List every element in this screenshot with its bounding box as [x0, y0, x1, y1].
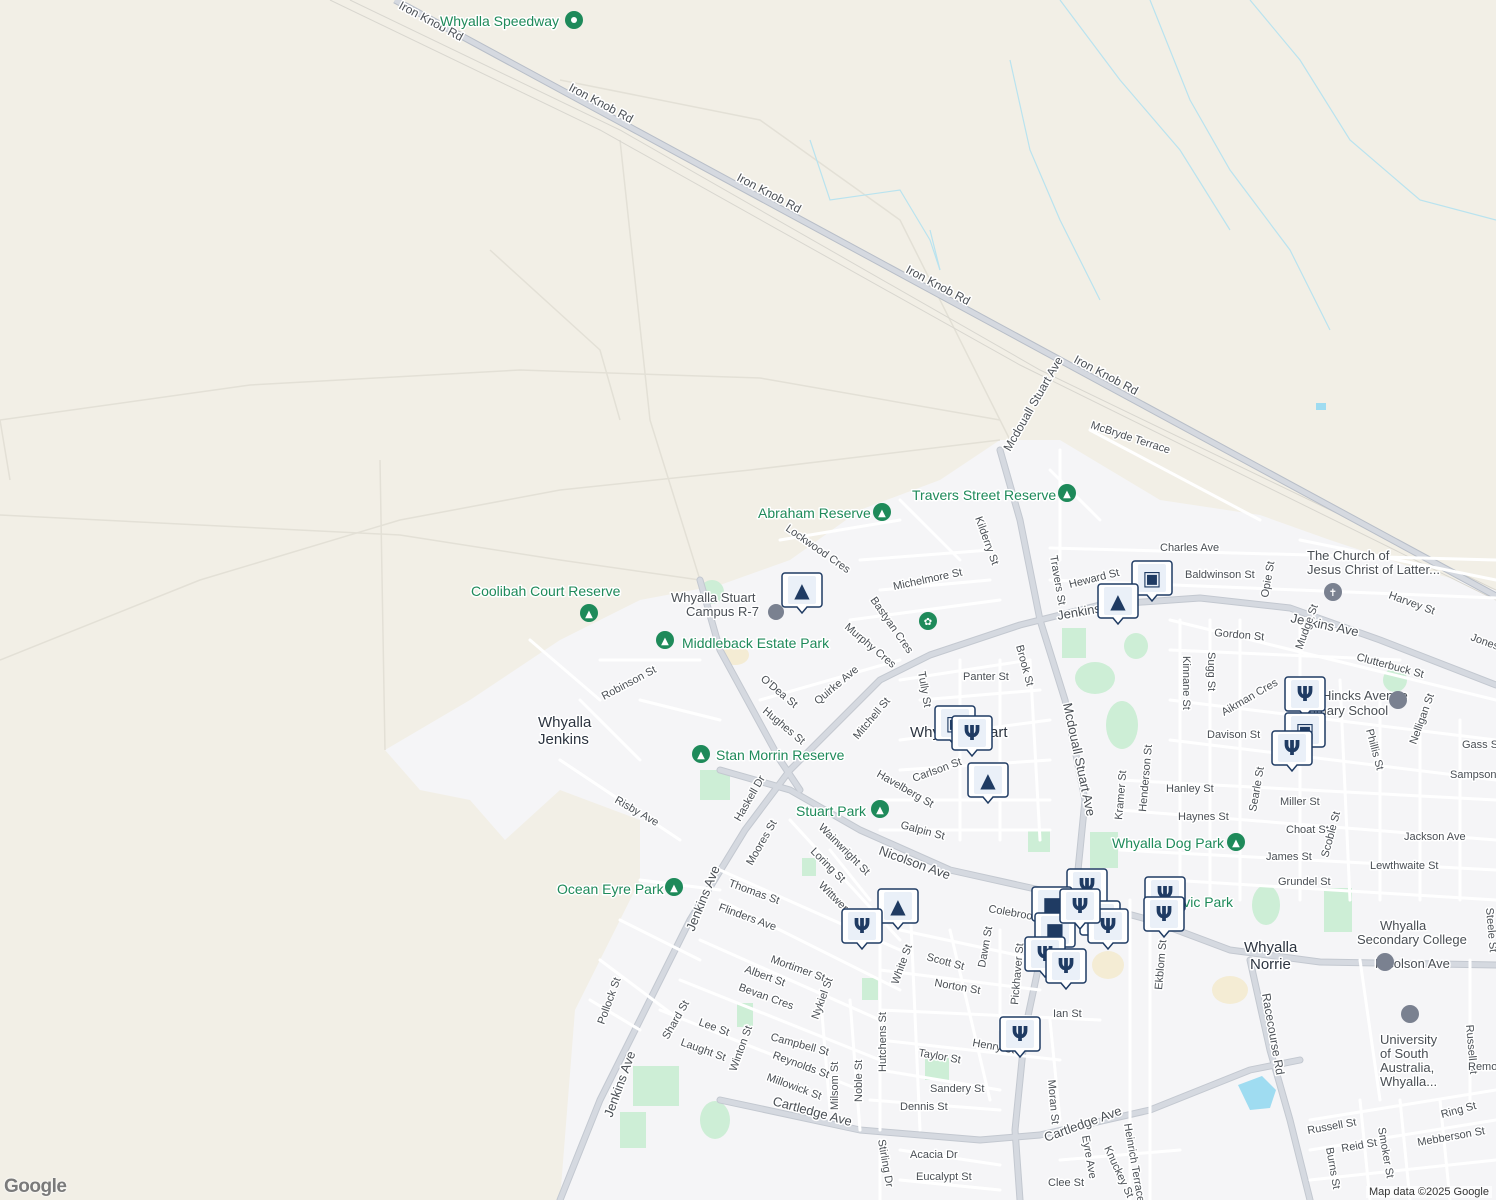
suburb-label-line: Whyalla: [1244, 939, 1298, 956]
restaurant-glyph-icon: Ψ: [1100, 914, 1117, 938]
poi-label-line: Campus R-7: [686, 604, 759, 619]
restaurant-glyph-icon: Ψ: [1058, 954, 1075, 978]
road-label: Milsom St: [829, 1062, 841, 1110]
road-label: Choat St: [1286, 824, 1329, 836]
road-label: Dennis St: [900, 1101, 948, 1113]
water-speck: [1316, 403, 1326, 410]
poi-label-abraham-reserve[interactable]: Abraham Reserve: [757, 504, 873, 523]
poi-label-line: of South: [1380, 1046, 1428, 1061]
restaurant-pin-icon[interactable]: Ψ: [1271, 730, 1313, 773]
poi-label-middleback-estate-park[interactable]: Middleback Estate Park: [681, 634, 832, 653]
school-icon[interactable]: [1376, 953, 1394, 971]
tree-glyph-icon: ▲: [878, 508, 886, 519]
restaurant-glyph-icon: Ψ: [1156, 902, 1173, 926]
map-attribution: Map data ©2025 Google: [1365, 1186, 1492, 1198]
road-label: Sampson St: [1450, 769, 1496, 781]
flower-glyph-icon: ✿: [924, 617, 932, 628]
school-icon[interactable]: [1389, 691, 1407, 709]
tree-glyph-icon: ▲: [661, 636, 669, 647]
road-label: Grundel St: [1278, 876, 1331, 888]
road-label: Haynes St: [1178, 811, 1229, 823]
road-label: Clee St: [1048, 1177, 1084, 1189]
tree-glyph-icon: ▲: [670, 883, 678, 894]
school-icon[interactable]: [1401, 1005, 1419, 1023]
restaurant-pin-icon[interactable]: Ψ: [1045, 948, 1087, 991]
suburb-label-line: Jenkins: [538, 731, 589, 748]
road-label: Sandery St: [930, 1083, 984, 1095]
road-label: Miller St: [1280, 796, 1320, 808]
suburb-label-whyalla-norrie: Whyalla Norrie: [1244, 939, 1298, 973]
poi-label-unisa-whyalla[interactable]: University of South Australia, Whyalla...: [1379, 1031, 1440, 1091]
tree-glyph-icon: ▲: [876, 805, 884, 816]
road-label: Remo St: [1468, 1061, 1496, 1073]
poi-label-line: Whyalla Stuart: [671, 590, 756, 605]
school-glyph-icon: ▲: [794, 578, 810, 602]
road-label: Baldwinson St: [1185, 569, 1255, 581]
road-label: Eucalypt St: [916, 1171, 972, 1183]
restaurant-pin-icon[interactable]: Ψ: [1284, 676, 1326, 719]
poi-label-stan-morrin-reserve[interactable]: Stan Morrin Reserve: [715, 746, 847, 765]
road-label: Lewthwaite St: [1370, 860, 1438, 872]
road-label: Sugg St: [1205, 652, 1217, 691]
church-glyph-icon: ✝: [1329, 588, 1337, 599]
poi-label-line: Whyalla...: [1380, 1074, 1437, 1089]
google-logo: Google: [4, 1176, 67, 1197]
poi-label-stuart-park[interactable]: Stuart Park: [795, 802, 869, 821]
road-label: Kinnane St: [1180, 656, 1192, 710]
road-label: Hutchens St: [877, 1012, 889, 1072]
restaurant-glyph-icon: Ψ: [964, 721, 981, 745]
school-glyph-icon: ▲: [1110, 589, 1126, 613]
school-pin-icon[interactable]: ▲: [877, 888, 919, 931]
poi-label-ocean-eyre-park[interactable]: Ocean Eyre Park: [556, 880, 667, 899]
tree-glyph-icon: ▲: [585, 609, 593, 620]
restaurant-pin-icon[interactable]: Ψ: [841, 908, 883, 951]
road-label: Acacia Dr: [910, 1149, 958, 1161]
road-label: Hanley St: [1166, 783, 1214, 795]
poi-label-line: The Church of: [1307, 548, 1390, 563]
poi-label-coolibah-court-reserve[interactable]: Coolibah Court Reserve: [470, 582, 623, 601]
tree-glyph-icon: ▲: [1232, 838, 1240, 849]
restaurant-glyph-icon: Ψ: [1297, 682, 1314, 706]
poi-label-whyalla-dog-park[interactable]: Whyalla Dog Park: [1111, 834, 1227, 853]
school-pin-icon[interactable]: ▲: [781, 572, 823, 615]
road-label: Jackson Ave: [1404, 831, 1466, 843]
restaurant-glyph-icon: Ψ: [854, 914, 871, 938]
restaurant-glyph-icon: Ψ: [1284, 736, 1301, 760]
road-label: Ian St: [1053, 1008, 1082, 1020]
restaurant-pin-icon[interactable]: Ψ: [999, 1016, 1041, 1059]
school-glyph-icon: ▲: [980, 768, 996, 792]
road-label: James St: [1266, 851, 1312, 863]
shopping-cart-glyph-icon: ▣: [1143, 566, 1162, 590]
tree-glyph-icon: ▲: [1063, 489, 1071, 500]
school-pin-icon[interactable]: ▲: [967, 762, 1009, 805]
road-label: Charles Ave: [1160, 542, 1219, 554]
road-label: Davison St: [1207, 729, 1260, 741]
restaurant-pin-icon[interactable]: Ψ: [951, 715, 993, 758]
road-label: Noble St: [853, 1060, 865, 1102]
poi-label-line: Secondary College: [1357, 932, 1467, 947]
poi-label-line: Jesus Christ of Latter...: [1307, 562, 1440, 577]
suburb-label-whyalla-jenkins: Whyalla Jenkins: [538, 714, 592, 748]
road-label: Panter St: [963, 671, 1009, 683]
poi-label-line: Whyalla: [1380, 918, 1427, 933]
poi-label-line: University: [1380, 1032, 1438, 1047]
tree-glyph-icon: ▲: [697, 750, 705, 761]
suburb-label-line: Whyalla: [538, 714, 592, 731]
restaurant-glyph-icon: Ψ: [1072, 894, 1089, 918]
map-canvas[interactable]: Iron Knob Rd Iron Knob Rd Iron Knob Rd I…: [0, 0, 1496, 1200]
school-glyph-icon: ▲: [890, 894, 906, 918]
speedway-marker-dot: [571, 17, 577, 23]
school-pin-icon[interactable]: ▲: [1097, 583, 1139, 626]
school-icon[interactable]: [768, 604, 784, 620]
restaurant-pin-icon[interactable]: Ψ: [1143, 896, 1185, 939]
suburb-label-line: Norrie: [1250, 956, 1291, 973]
road-label: Gass St: [1462, 739, 1496, 751]
poi-label-line: Australia,: [1380, 1060, 1434, 1075]
restaurant-pin-icon[interactable]: Ψ: [1059, 888, 1101, 931]
restaurant-glyph-icon: Ψ: [1012, 1022, 1029, 1046]
poi-label-travers-street-reserve[interactable]: Travers Street Reserve: [911, 486, 1058, 505]
poi-label-whyalla-speedway[interactable]: Whyalla Speedway: [439, 12, 561, 31]
